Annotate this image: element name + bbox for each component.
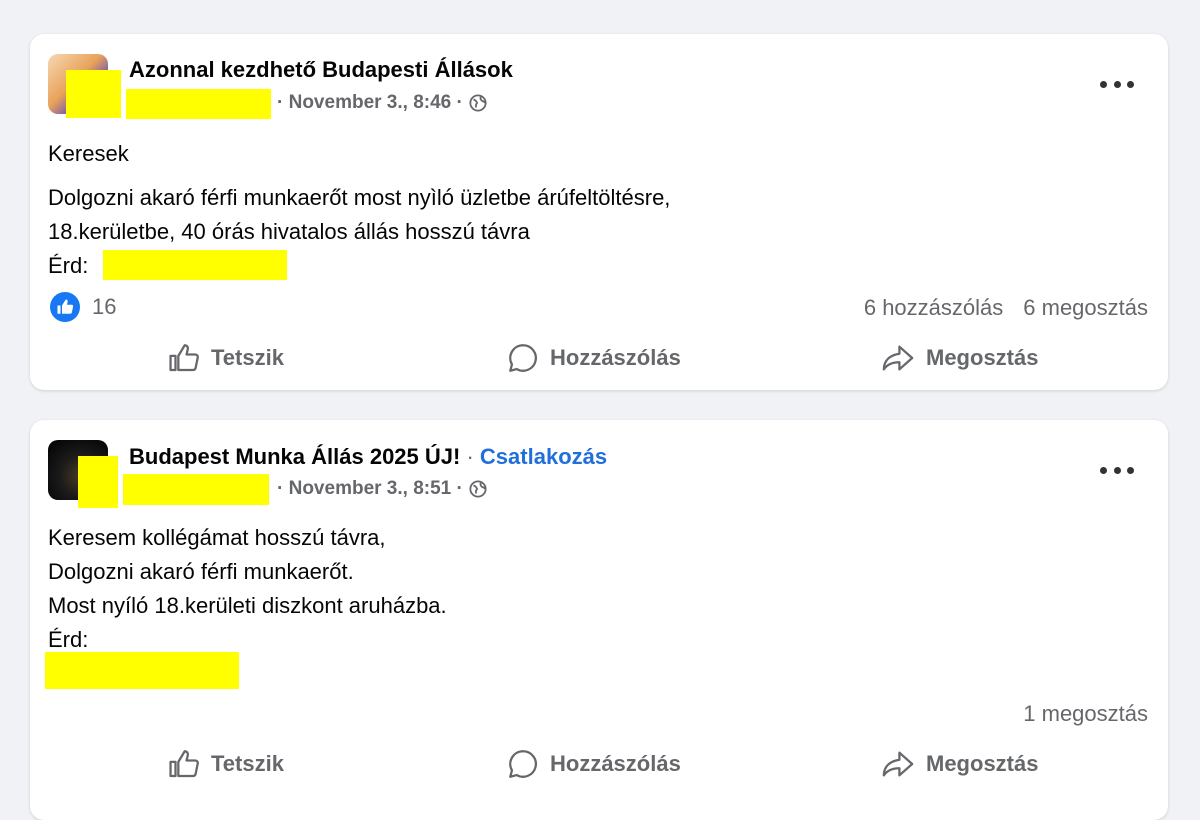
post-text-line-2: Dolgozni akaró férfi munkaerőt. [48,559,354,584]
comment-bubble-icon [509,750,538,778]
redaction-avatar-overlay [66,70,121,118]
share-count[interactable]: 1 megosztás [1023,701,1148,727]
meta-separator-2: · [456,478,463,499]
share-button[interactable]: Megosztás [880,747,1038,781]
share-button[interactable]: Megosztás [880,341,1038,375]
reaction-summary[interactable]: 16 [50,292,116,322]
like-label: Tetszik [211,751,284,776]
name-separator: · [466,444,474,469]
share-label: Megosztás [926,751,1039,776]
post-stats: 6 hozzászólás 6 megosztás [864,295,1148,321]
post-text-line-1: Keresem kollégámat hosszú távra, [48,525,386,550]
post-meta: · November 3., 8:46 · [277,92,487,114]
comment-button[interactable]: Hozzászólás [506,747,681,781]
like-label: Tetszik [211,345,284,370]
redaction-contact [45,652,239,689]
meta-separator-2: · [456,92,463,113]
share-arrow-icon [882,751,914,777]
post-text-line-4: Érd: [48,627,89,652]
comment-label: Hozzászólás [550,345,681,370]
group-name[interactable]: Budapest Munka Állás 2025 ÚJ! [129,444,460,469]
group-name[interactable]: Azonnal kezdhető Budapesti Állások [129,57,513,83]
post-card-1: · November 3., 8:46 · Keresek Dolgozni a… [30,34,1168,390]
thumbs-up-icon [169,344,199,372]
reaction-count: 16 [92,294,117,319]
post-date[interactable]: November 3., 8:46 [289,92,452,114]
like-button[interactable]: Tetszik [167,341,284,375]
post-stats: 1 megosztás [1023,701,1148,727]
share-count[interactable]: 6 megosztás [1023,295,1148,321]
meta-separator: · [277,478,284,499]
post-text-line-4: Érd: [48,253,89,278]
post-meta: · November 3., 8:51 · [277,478,487,500]
globe-icon [469,480,487,498]
comment-bubble-icon [509,344,538,372]
redaction-author [123,474,269,505]
more-options-icon[interactable] [1100,74,1134,94]
comment-button[interactable]: Hozzászólás [506,341,681,375]
share-label: Megosztás [926,345,1039,370]
post-card-2: Budapest Munka Állás 2025 ÚJ! · Csatlako… [30,420,1168,820]
post-text-line-1: Keresek [48,141,129,166]
group-name-row: Budapest Munka Állás 2025 ÚJ! · Csatlako… [129,444,607,470]
post-text-line-3: 18.kerületbe, 40 órás hivatalos állás ho… [48,219,530,244]
post-text-line-3: Most nyíló 18.kerületi diszkont aruházba… [48,593,447,618]
join-link[interactable]: Csatlakozás [480,444,607,469]
share-arrow-icon [882,345,914,371]
more-options-icon[interactable] [1100,460,1134,480]
redaction-author [126,89,271,119]
comment-label: Hozzászólás [550,751,681,776]
meta-separator: · [277,92,284,113]
redaction-avatar-overlay [78,456,118,508]
comment-count[interactable]: 6 hozzászólás [864,295,1003,321]
like-button[interactable]: Tetszik [167,747,284,781]
redaction-contact [103,250,287,280]
like-reaction-icon [50,292,80,322]
globe-icon [469,94,487,112]
thumbs-up-icon [169,750,199,778]
post-text-line-2: Dolgozni akaró férfi munkaerőt most nyìl… [48,185,671,210]
post-date[interactable]: November 3., 8:51 [289,478,452,500]
